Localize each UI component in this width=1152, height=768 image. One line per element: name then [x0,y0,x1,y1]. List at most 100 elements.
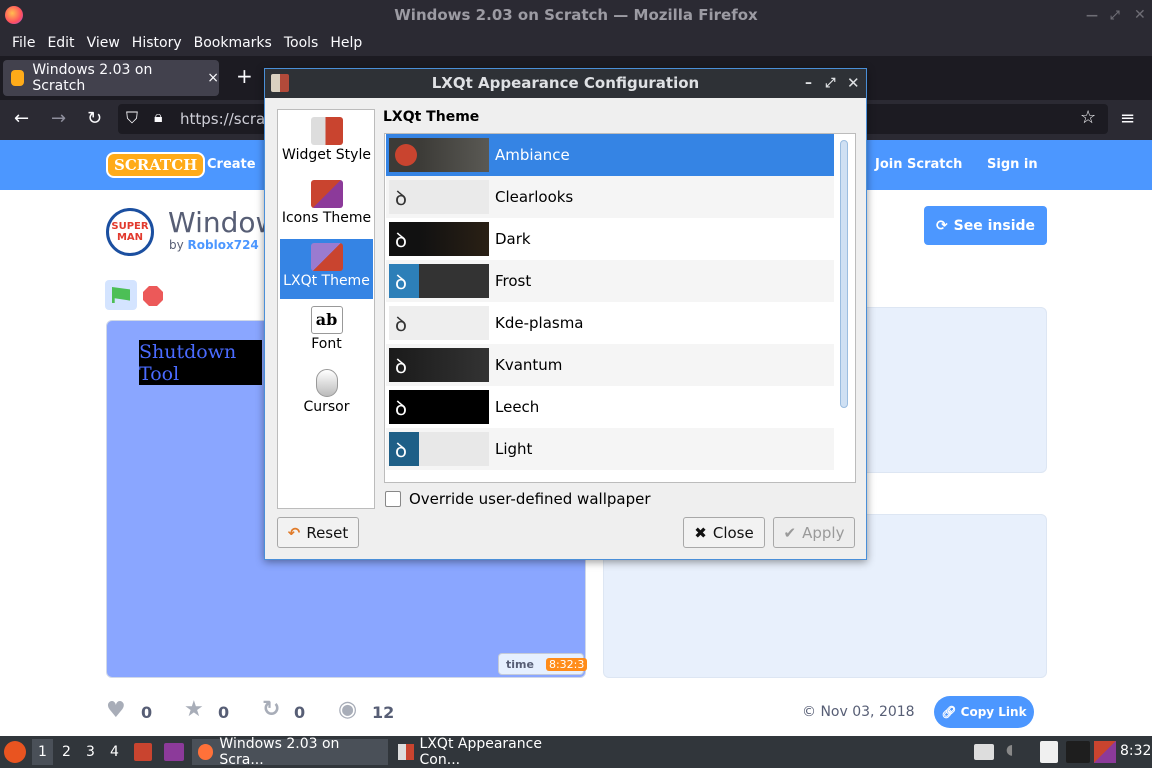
override-wallpaper-checkbox[interactable]: Override user-defined wallpaper [385,490,651,508]
create-link[interactable]: Create [207,157,256,172]
drive-icon[interactable] [974,744,994,760]
section-title: LXQt Theme [383,109,480,125]
theme-row[interactable]: ꝺ Clearlooks [386,176,834,218]
menu-tools[interactable]: Tools [278,35,325,51]
forward-icon[interactable]: → [51,108,66,129]
tray-app-icon[interactable] [1094,741,1116,763]
category-label: Cursor [303,399,350,415]
menu-file[interactable]: File [6,35,41,51]
menu-history[interactable]: History [126,35,188,51]
desktop-1[interactable]: 1 [32,739,53,765]
stop-icon[interactable] [143,286,163,306]
apply-button[interactable]: ✔ Apply [773,517,855,548]
by-label: by [169,238,184,252]
remix-icon: ⟳ [935,217,948,234]
theme-row[interactable]: ꝺ Frost [386,260,834,302]
tab-active[interactable]: Windows 2.03 on Scratch × [3,60,219,96]
desktop-2[interactable]: 2 [56,739,77,765]
appearance-dialog: LXQt Appearance Configuration – ⤢ ✕ Widg… [264,68,867,560]
dialog-maximize-icon[interactable]: ⤢ [825,69,835,98]
category-label: Widget Style [282,147,371,163]
appearance-task-icon [398,744,414,760]
theme-row[interactable]: ꝺ Dark [386,218,834,260]
task-appearance[interactable]: LXQt Appearance Con... [392,736,588,768]
see-inside-button[interactable]: ⟳ See inside [924,206,1047,245]
tab-close-icon[interactable]: × [207,70,219,86]
join-scratch-link[interactable]: Join Scratch [875,157,962,172]
remix-count-icon: ↻ [262,697,281,722]
clock[interactable]: 8:32 [1120,743,1151,759]
menu-help[interactable]: Help [324,35,368,51]
maximize-icon[interactable]: ⤢ [1110,0,1120,30]
volume-icon[interactable]: ◖ [1006,742,1013,758]
theme-row[interactable]: Ambiance [386,134,834,176]
link-icon: 🔗︎ [941,705,957,719]
love-icon[interactable]: ♥ [106,698,126,723]
lock-icon[interactable]: 🔒︎ [154,107,163,127]
settings-icon[interactable] [164,743,184,761]
category-icons-theme[interactable]: Icons Theme [280,176,373,236]
url-text[interactable]: https://scrat [180,110,271,128]
author-avatar[interactable]: SUPER MAN [106,208,154,256]
theme-row[interactable]: ꝺ Light [386,428,834,470]
theme-list[interactable]: Ambiance ꝺ Clearlooks ꝺ Dark ꝺ Frost ꝺ K… [384,133,856,483]
views-icon: ◉ [338,697,358,722]
window-title: Windows 2.03 on Scratch — Mozilla Firefo… [394,6,758,24]
task-label: Windows 2.03 on Scra... [219,736,340,768]
minimize-icon[interactable]: — [1086,0,1098,30]
category-cursor[interactable]: Cursor [280,365,373,425]
theme-name: Kde-plasma [495,314,584,332]
menu-edit[interactable]: Edit [41,35,80,51]
theme-row[interactable]: ꝺ Kvantum [386,344,834,386]
category-font[interactable]: ab Font [280,302,373,362]
clipboard-icon[interactable] [1040,741,1058,763]
close-label: Close [712,523,754,542]
project-author: by Roblox724 [169,238,259,252]
scratch-favicon-icon [11,70,25,86]
scratch-logo[interactable]: SCRATCH [106,152,206,178]
close-icon[interactable]: ✕ [1134,0,1146,30]
firefox-task-icon [198,744,214,760]
close-button[interactable]: ✖ Close [683,517,765,548]
copy-link-button[interactable]: 🔗︎ Copy Link [934,696,1034,728]
new-tab-button[interactable]: + [236,64,253,88]
shield-icon[interactable]: ⛉ [126,108,138,128]
author-link[interactable]: Roblox724 [188,238,259,252]
task-firefox[interactable]: Windows 2.03 on Scra... [192,736,388,768]
theme-list-scrollbar[interactable] [840,140,848,408]
widget-style-icon [310,117,343,145]
bookmark-star-icon[interactable]: ☆ [1080,107,1096,128]
start-menu-icon[interactable] [4,741,26,763]
file-manager-icon[interactable] [134,743,152,761]
dialog-app-icon [271,74,289,92]
dialog-minimize-icon[interactable]: – [805,69,812,98]
theme-name: Leech [495,398,540,416]
green-flag-button[interactable] [105,280,137,310]
reset-button[interactable]: ↶ Reset [277,517,359,548]
desktop-4[interactable]: 4 [104,739,125,765]
menu-bookmarks[interactable]: Bookmarks [188,35,278,51]
theme-row[interactable]: ꝺ Leech [386,386,834,428]
category-label: LXQt Theme [283,273,370,289]
theme-row[interactable]: ꝺ Kde-plasma [386,302,834,344]
task-label: LXQt Appearance Con... [419,736,542,768]
window-titlebar: Windows 2.03 on Scratch — Mozilla Firefo… [0,0,1152,30]
sign-in-link[interactable]: Sign in [987,157,1038,172]
favorite-icon[interactable]: ★ [184,697,204,722]
copy-link-label: Copy Link [960,705,1027,719]
desktop-3[interactable]: 3 [80,739,101,765]
category-widget-style[interactable]: Widget Style [280,113,373,173]
checkbox-box[interactable] [385,491,401,507]
reset-label: Reset [306,523,349,542]
app-menu-icon[interactable]: ≡ [1120,108,1135,129]
theme-preview: ꝺ [389,432,489,466]
love-count: 0 [141,703,153,722]
category-lxqt-theme[interactable]: LXQt Theme [280,239,373,299]
menu-view[interactable]: View [81,35,126,51]
theme-preview: ꝺ [389,180,489,214]
remix-count: 0 [294,703,306,722]
back-icon[interactable]: ← [14,108,29,129]
network-icon[interactable] [1066,741,1090,763]
dialog-close-icon[interactable]: ✕ [847,69,860,98]
reload-icon[interactable]: ↻ [87,108,102,129]
